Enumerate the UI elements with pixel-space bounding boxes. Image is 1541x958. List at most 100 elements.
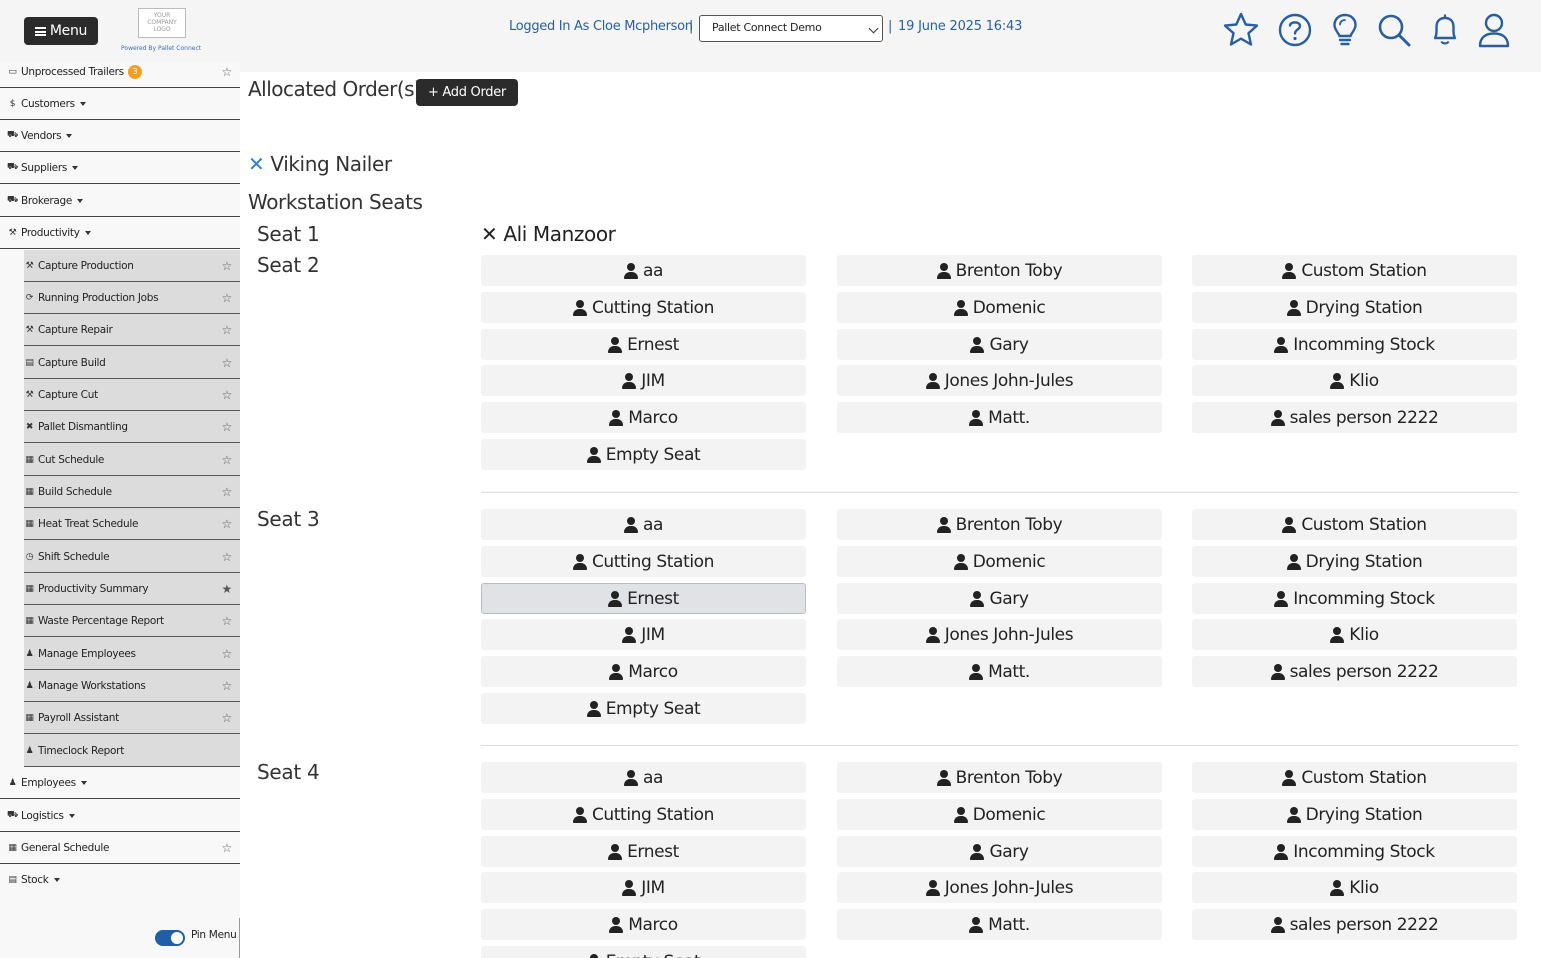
star-icon[interactable]: ☆ xyxy=(222,453,233,467)
sidebar-item-running-production-jobs[interactable]: ⟳ Running Production Jobs ☆ xyxy=(24,282,240,314)
employee-option-button[interactable]: JIM xyxy=(481,365,806,396)
employee-option-button[interactable]: Gary xyxy=(837,583,1162,614)
star-filled-icon[interactable]: ★ xyxy=(222,582,233,596)
sidebar-item-brokerage[interactable]: ⛟ Brokerage xyxy=(0,185,240,217)
employee-option-button[interactable]: JIM xyxy=(481,619,806,650)
user-icon[interactable] xyxy=(1474,10,1514,50)
employee-option-button[interactable]: Jones John-Jules xyxy=(837,619,1162,650)
remove-employee-icon[interactable]: ✕ xyxy=(481,222,498,246)
pin-menu-toggle[interactable] xyxy=(155,930,185,946)
employee-option-button[interactable]: Jones John-Jules xyxy=(837,365,1162,396)
sidebar-item-capture-production[interactable]: ⚒ Capture Production ☆ xyxy=(24,250,240,282)
employee-option-button[interactable]: Custom Station xyxy=(1192,509,1517,540)
employee-option-button[interactable]: Drying Station xyxy=(1192,292,1517,323)
sidebar-item-productivity-summary[interactable]: ▦ Productivity Summary ★ xyxy=(24,573,240,605)
employee-option-button[interactable]: Custom Station xyxy=(1192,255,1517,286)
company-logo[interactable]: YOUR COMPANY LOGO xyxy=(138,8,186,38)
employee-option-button[interactable]: Marco xyxy=(481,656,806,687)
sidebar-item-employees[interactable]: ♟ Employees xyxy=(0,767,240,799)
employee-option-button[interactable]: Custom Station xyxy=(1192,762,1517,793)
company-select[interactable]: Pallet Connect Demo xyxy=(699,15,883,42)
employee-option-button[interactable]: Marco xyxy=(481,402,806,433)
star-icon[interactable]: ☆ xyxy=(222,647,233,661)
bell-icon[interactable] xyxy=(1425,10,1465,50)
sidebar-item-pallet-dismantling[interactable]: ✖ Pallet Dismantling ☆ xyxy=(24,411,240,443)
employee-option-button[interactable]: Drying Station xyxy=(1192,799,1517,830)
star-icon[interactable]: ☆ xyxy=(222,550,233,564)
employee-option-button[interactable]: Incomming Stock xyxy=(1192,583,1517,614)
search-icon[interactable] xyxy=(1374,10,1414,50)
lightbulb-icon[interactable] xyxy=(1325,10,1365,50)
employee-option-button[interactable]: Matt. xyxy=(837,909,1162,940)
employee-option-button[interactable]: Klio xyxy=(1192,619,1517,650)
employee-option-button[interactable]: Klio xyxy=(1192,872,1517,903)
star-icon[interactable]: ☆ xyxy=(222,517,233,531)
sidebar-item-unprocessed-trailers[interactable]: ▭ Unprocessed Trailers 3 ☆ xyxy=(0,62,240,88)
employee-option-button[interactable]: Brenton Toby xyxy=(837,509,1162,540)
star-icon[interactable]: ☆ xyxy=(222,388,233,402)
employee-option-button[interactable]: Matt. xyxy=(837,402,1162,433)
employee-option-button[interactable]: Brenton Toby xyxy=(837,762,1162,793)
star-icon[interactable]: ☆ xyxy=(222,485,233,499)
add-order-button[interactable]: + Add Order xyxy=(416,79,518,106)
sidebar-item-stock[interactable]: ▤ Stock xyxy=(0,864,240,896)
sidebar-item-capture-build[interactable]: ▤ Capture Build ☆ xyxy=(24,347,240,379)
sidebar-item-waste-percentage-report[interactable]: ▦ Waste Percentage Report ☆ xyxy=(24,605,240,637)
employee-option-button[interactable]: Cutting Station xyxy=(481,546,806,577)
sidebar-item-timeclock-report[interactable]: ♟ Timeclock Report xyxy=(24,735,240,767)
sidebar-item-build-schedule[interactable]: ▦ Build Schedule ☆ xyxy=(24,476,240,508)
star-icon[interactable]: ☆ xyxy=(222,420,233,434)
star-icon[interactable]: ☆ xyxy=(222,356,233,370)
star-icon[interactable]: ☆ xyxy=(222,291,233,305)
employee-option-button[interactable]: Drying Station xyxy=(1192,546,1517,577)
sidebar-item-capture-cut[interactable]: ⚒ Capture Cut ☆ xyxy=(24,379,240,411)
employee-option-button[interactable]: Domenic xyxy=(837,546,1162,577)
star-icon[interactable]: ☆ xyxy=(222,614,233,628)
help-icon[interactable] xyxy=(1275,10,1315,50)
employee-option-button[interactable]: Brenton Toby xyxy=(837,255,1162,286)
employee-option-button[interactable]: Matt. xyxy=(837,656,1162,687)
star-icon[interactable]: ☆ xyxy=(222,259,233,273)
star-icon[interactable]: ☆ xyxy=(222,679,233,693)
employee-option-button[interactable]: Klio xyxy=(1192,365,1517,396)
sidebar-item-logistics[interactable]: ⛟ Logistics xyxy=(0,800,240,832)
employee-option-button[interactable]: Ernest xyxy=(481,583,806,614)
employee-option-button[interactable]: Cutting Station xyxy=(481,292,806,323)
star-icon[interactable]: ☆ xyxy=(222,841,233,855)
sidebar-item-suppliers[interactable]: ⛟ Suppliers xyxy=(0,152,240,184)
employee-option-button[interactable]: aa xyxy=(481,255,806,286)
sidebar-item-general-schedule[interactable]: ▦ General Schedule ☆ xyxy=(0,832,240,864)
employee-option-button[interactable]: Marco xyxy=(481,909,806,940)
employee-option-button[interactable]: Domenic xyxy=(837,799,1162,830)
employee-option-button[interactable]: sales person 2222 xyxy=(1192,402,1517,433)
employee-option-button[interactable]: Domenic xyxy=(837,292,1162,323)
sidebar-item-cut-schedule[interactable]: ▦ Cut Schedule ☆ xyxy=(24,444,240,476)
star-icon[interactable]: ☆ xyxy=(222,323,233,337)
employee-option-button[interactable]: Incomming Stock xyxy=(1192,836,1517,867)
employee-option-button[interactable]: Incomming Stock xyxy=(1192,329,1517,360)
employee-option-button[interactable]: aa xyxy=(481,509,806,540)
remove-workstation-icon[interactable]: ✕ xyxy=(248,152,265,176)
sidebar-item-productivity[interactable]: ⚒ Productivity xyxy=(0,217,240,249)
employee-option-button[interactable]: sales person 2222 xyxy=(1192,656,1517,687)
sidebar-item-manage-workstations[interactable]: ♟ Manage Workstations ☆ xyxy=(24,670,240,702)
sidebar-item-customers[interactable]: $ Customers xyxy=(0,88,240,120)
sidebar-item-manage-employees[interactable]: ♟ Manage Employees ☆ xyxy=(24,638,240,670)
employee-option-button[interactable]: Ernest xyxy=(481,836,806,867)
employee-option-button[interactable]: aa xyxy=(481,762,806,793)
star-icon[interactable]: ☆ xyxy=(222,65,233,79)
menu-button[interactable]: Menu xyxy=(24,17,98,45)
employee-option-button[interactable]: JIM xyxy=(481,872,806,903)
employee-option-button[interactable]: Cutting Station xyxy=(481,799,806,830)
employee-option-button[interactable]: Jones John-Jules xyxy=(837,872,1162,903)
star-icon[interactable]: ☆ xyxy=(222,711,233,725)
employee-option-button[interactable]: Ernest xyxy=(481,329,806,360)
employee-option-button[interactable]: Gary xyxy=(837,329,1162,360)
sidebar-item-shift-schedule[interactable]: ◷ Shift Schedule ☆ xyxy=(24,541,240,573)
employee-option-button[interactable]: Empty Seat xyxy=(481,946,806,958)
sidebar-item-heat-treat-schedule[interactable]: ▦ Heat Treat Schedule ☆ xyxy=(24,508,240,540)
star-icon[interactable] xyxy=(1221,10,1261,50)
sidebar-item-payroll-assistant[interactable]: ▦ Payroll Assistant ☆ xyxy=(24,702,240,734)
sidebar-item-vendors[interactable]: ⛟ Vendors xyxy=(0,120,240,152)
employee-option-button[interactable]: sales person 2222 xyxy=(1192,909,1517,940)
